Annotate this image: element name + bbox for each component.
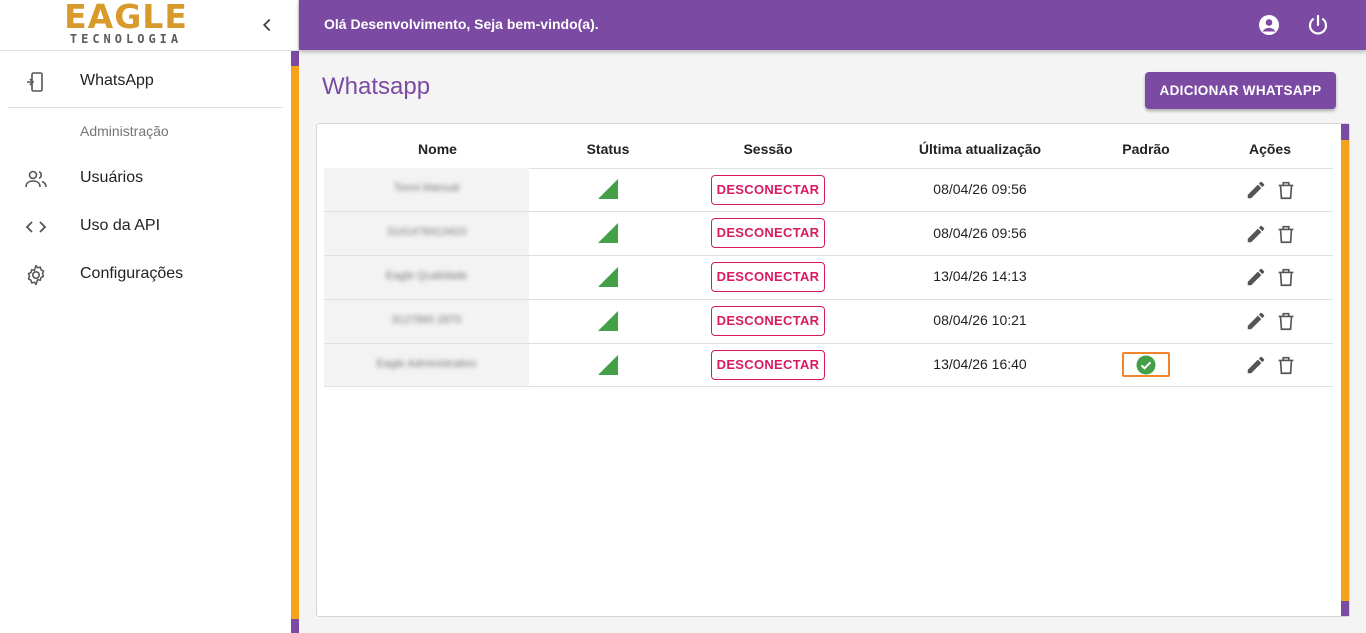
row-updated: 13/04/26 16:40 <box>933 356 1027 372</box>
add-whatsapp-button[interactable]: ADICIONAR WHATSAPP <box>1145 72 1336 109</box>
table-row-name-cell: Tonni Manual <box>324 168 529 211</box>
edit-icon[interactable] <box>1245 179 1267 201</box>
logo-area: EAGLE TECNOLOGIA <box>0 0 298 51</box>
logo-sub-text: TECNOLOGIA <box>69 32 183 46</box>
row-updated: 08/04/26 09:56 <box>933 225 1027 241</box>
row-updated: 08/04/26 09:56 <box>933 181 1027 197</box>
edit-icon[interactable] <box>1245 223 1267 245</box>
table-row-name-cell: Eagle Administrativo <box>324 344 529 387</box>
users-icon <box>24 167 48 191</box>
delete-icon[interactable] <box>1275 223 1297 245</box>
disconnect-button[interactable]: DESCONECTAR <box>711 350 825 380</box>
table-row-name-cell: Eagle Qualidade <box>324 256 529 299</box>
table-row-name-cell: 3141478413423 <box>324 212 529 255</box>
disconnect-button[interactable]: DESCONECTAR <box>711 306 825 336</box>
delete-icon[interactable] <box>1275 354 1297 376</box>
welcome-message: Olá Desenvolvimento, Seja bem-vindo(a). <box>324 16 599 32</box>
row-updated: 13/04/26 14:13 <box>933 268 1027 284</box>
signal-icon <box>597 222 619 244</box>
sidebar-divider <box>8 107 283 108</box>
row-updated: 08/04/26 10:21 <box>933 312 1027 328</box>
logo-main-text: EAGLE <box>64 0 188 36</box>
column-header-sessao: Sessão <box>743 141 793 157</box>
logo: EAGLE TECNOLOGIA <box>59 0 193 45</box>
column-header-nome: Nome <box>418 141 457 157</box>
accent-bar <box>1341 140 1349 616</box>
column-header-status: Status <box>586 141 630 157</box>
column-header-acoes: Ações <box>1248 141 1292 157</box>
signal-icon <box>597 354 619 376</box>
column-header-padrao: Padrão <box>1122 141 1170 157</box>
delete-icon[interactable] <box>1275 310 1297 332</box>
accent-bar <box>291 66 299 619</box>
sidebar-item-label: Configurações <box>80 265 184 282</box>
sidebar-subheader: Administração <box>80 123 169 139</box>
disconnect-button[interactable]: DESCONECTAR <box>711 175 825 205</box>
row-name: 3127860 2870 <box>391 314 462 326</box>
row-name: 3141478413423 <box>386 226 467 238</box>
table-row-name-cell: 3127860 2870 <box>324 300 529 343</box>
sidebar-item-label: WhatsApp <box>80 72 154 89</box>
collapse-sidebar-button[interactable] <box>256 14 278 36</box>
account-button[interactable] <box>1257 13 1281 37</box>
sidebar: EAGLE TECNOLOGIA WhatsApp Administração … <box>0 0 299 633</box>
row-name: Eagle Administrativo <box>376 358 477 370</box>
edit-icon[interactable] <box>1245 266 1267 288</box>
sidebar-item-label: Usuários <box>80 169 144 186</box>
code-icon <box>24 215 48 239</box>
sidebar-item-uso-da-api[interactable]: Uso da API <box>0 203 298 251</box>
phone-settings-icon <box>24 70 48 94</box>
signal-icon <box>597 178 619 200</box>
signal-icon <box>597 266 619 288</box>
sidebar-item-whatsapp[interactable]: WhatsApp <box>0 58 298 106</box>
sidebar-item-usuarios[interactable]: Usuários <box>0 155 298 203</box>
gear-icon <box>24 263 48 287</box>
page-title: Whatsapp <box>322 73 431 100</box>
sidebar-item-label: Uso da API <box>80 217 161 234</box>
sidebar-item-configuracoes[interactable]: Configurações <box>0 251 298 299</box>
row-name: Eagle Qualidade <box>385 270 468 282</box>
account-circle-icon <box>1259 15 1279 35</box>
accent-bar <box>1341 124 1349 140</box>
disconnect-button[interactable]: DESCONECTAR <box>711 262 825 292</box>
logout-button[interactable] <box>1306 13 1330 37</box>
delete-icon[interactable] <box>1275 179 1297 201</box>
accent-bar <box>291 51 299 66</box>
row-name: Tonni Manual <box>393 182 460 194</box>
row-divider <box>324 386 1333 387</box>
edit-icon[interactable] <box>1245 354 1267 376</box>
top-bar: Olá Desenvolvimento, Seja bem-vindo(a). <box>299 0 1366 50</box>
signal-icon <box>597 310 619 332</box>
accent-bar <box>1341 601 1349 616</box>
disconnect-button[interactable]: DESCONECTAR <box>711 218 825 248</box>
edit-icon[interactable] <box>1245 310 1267 332</box>
chevron-left-icon <box>262 18 271 32</box>
power-icon <box>1308 14 1328 35</box>
check-circle-icon[interactable] <box>1136 355 1156 375</box>
column-header-ultima-atualizacao: Última atualização <box>918 141 1042 157</box>
delete-icon[interactable] <box>1275 266 1297 288</box>
accent-bar <box>291 619 299 633</box>
